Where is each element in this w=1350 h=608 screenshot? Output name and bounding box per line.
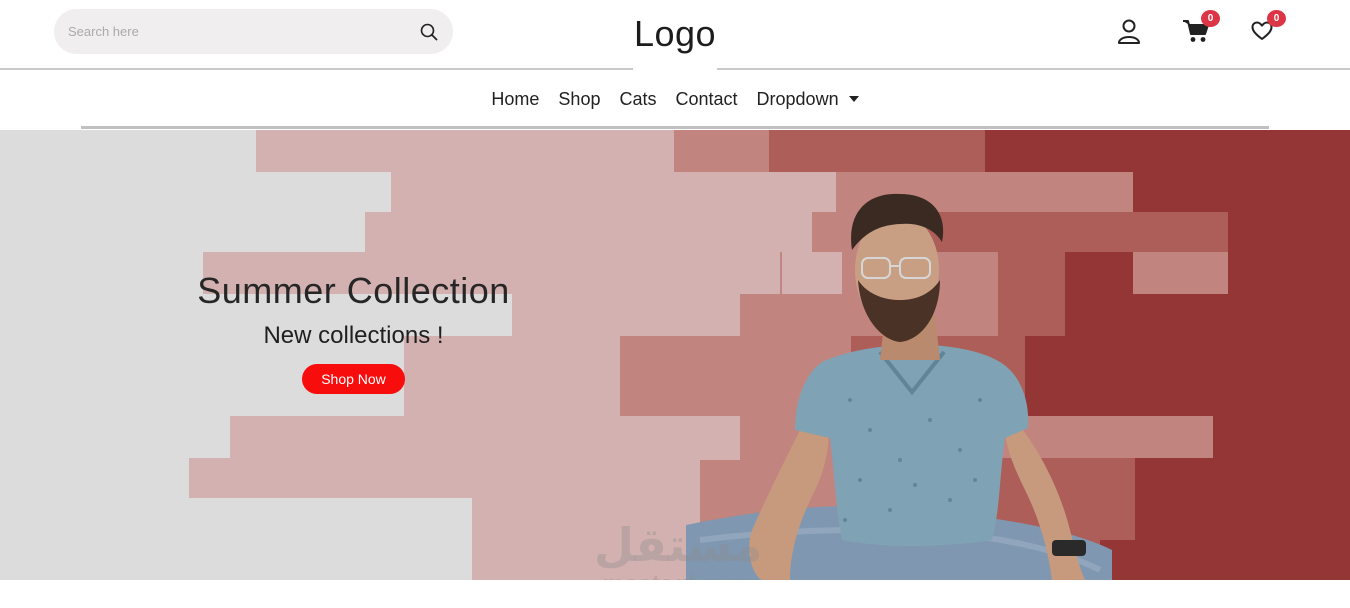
nav-item-label: Shop	[558, 88, 601, 109]
nav-item-label: Dropdown	[756, 88, 839, 109]
nav-item-contact[interactable]: Contact	[666, 71, 747, 128]
cart-button[interactable]: 0	[1181, 10, 1220, 46]
site-logo[interactable]: Logo	[633, 10, 717, 72]
hero-banner: Summer Collection New collections ! Shop…	[0, 130, 1350, 580]
watermark-latin: mostaql.com	[594, 572, 759, 581]
hero-title: Summer Collection	[197, 270, 510, 311]
main-nav: Home Shop Cats Contact Dropdown	[81, 72, 1269, 129]
caret-down-icon	[848, 96, 859, 102]
wishlist-button[interactable]: 0	[1247, 10, 1286, 46]
header: Logo 0 0	[0, 0, 1350, 72]
cart-count-badge: 0	[1201, 10, 1220, 27]
hero-content: Summer Collection New collections ! Shop…	[170, 270, 537, 394]
search-bar	[54, 9, 453, 54]
nav-item-dropdown[interactable]: Dropdown	[747, 71, 868, 128]
search-input[interactable]	[54, 9, 405, 54]
nav-item-home[interactable]: Home	[482, 71, 549, 128]
watermark: مستقل mostaql.com	[594, 518, 763, 581]
nav-item-shop[interactable]: Shop	[549, 71, 610, 128]
nav-item-label: Home	[491, 88, 540, 109]
shop-now-button[interactable]: Shop Now	[302, 364, 405, 394]
nav-item-label: Cats	[619, 88, 657, 109]
nav-item-cats[interactable]: Cats	[610, 71, 666, 128]
nav-item-label: Contact	[675, 88, 738, 109]
watermark-arabic: مستقل	[594, 518, 763, 572]
hero-subtitle: New collections !	[263, 322, 444, 349]
wishlist-count-badge: 0	[1267, 10, 1286, 27]
user-icon[interactable]	[1114, 16, 1144, 46]
search-icon[interactable]	[405, 9, 453, 54]
